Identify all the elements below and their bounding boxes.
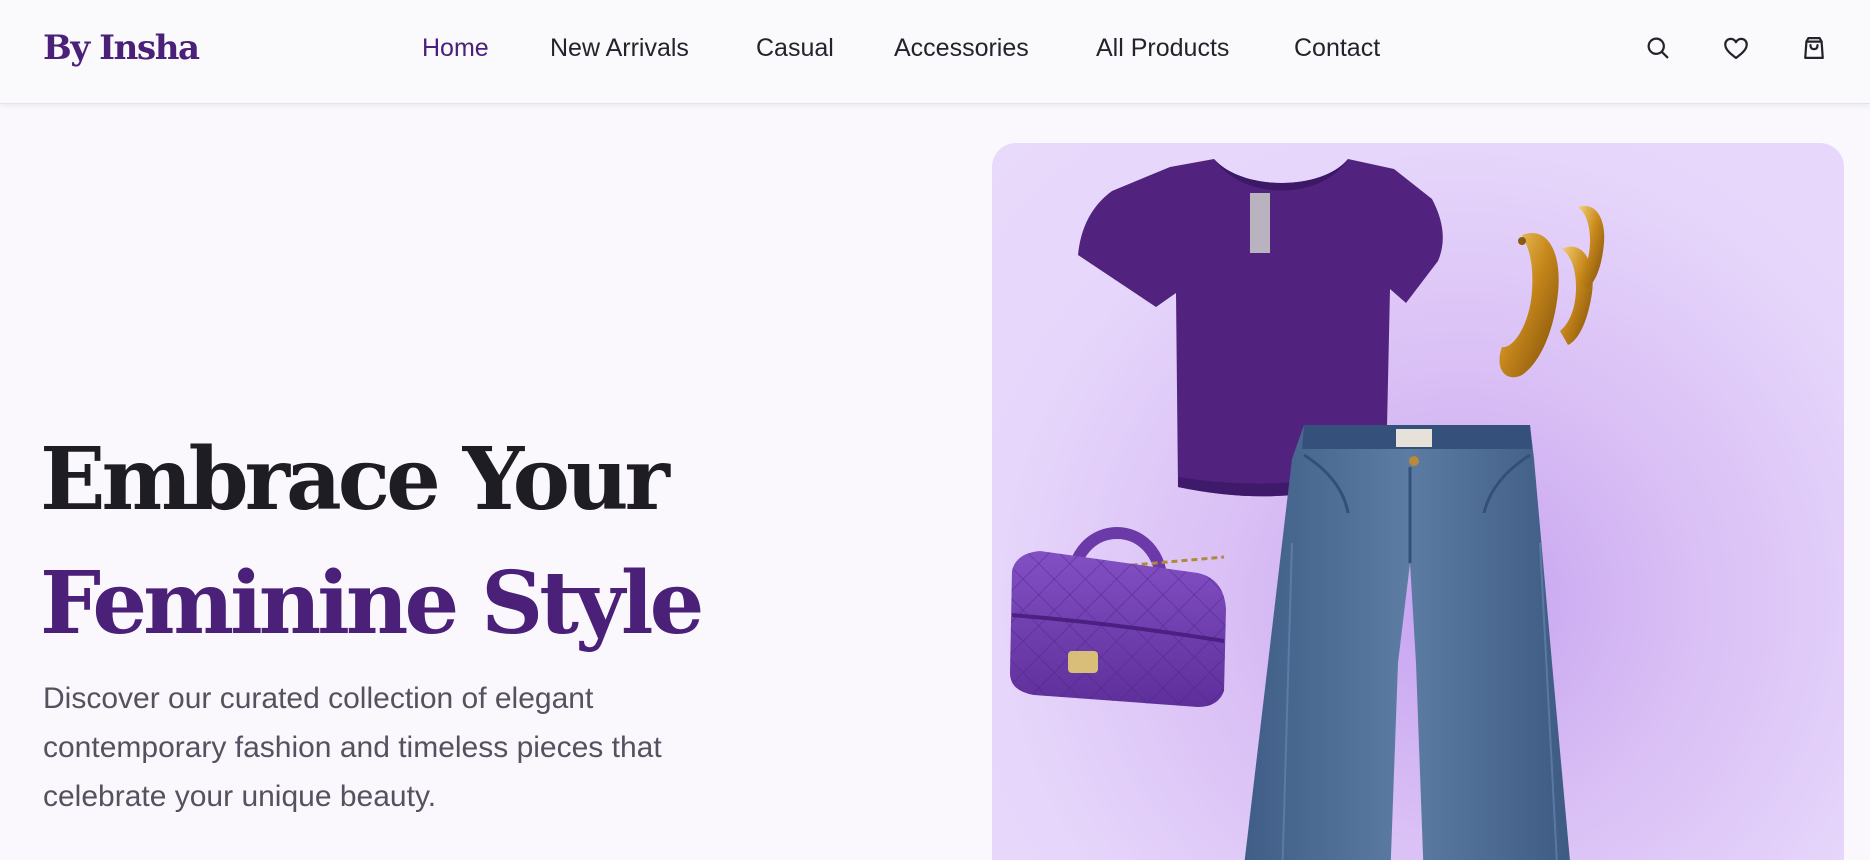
site-header: By Insha Home New Arrivals Casual Access…	[0, 0, 1870, 104]
search-icon[interactable]	[1644, 34, 1672, 62]
earrings-image	[1499, 205, 1605, 378]
hero-title-line2: Feminine Style	[40, 553, 704, 654]
nav-item-accessories[interactable]: Accessories	[894, 34, 1029, 63]
nav-item-contact[interactable]: Contact	[1294, 34, 1380, 63]
hero-description: Discover our curated collection of elega…	[43, 682, 662, 813]
nav-item-new-arrivals[interactable]: New Arrivals	[550, 34, 689, 63]
hero-image	[992, 143, 1844, 860]
nav-item-home[interactable]: Home	[422, 34, 489, 63]
nav-item-all-products[interactable]: All Products	[1096, 34, 1229, 63]
nav-item-casual[interactable]: Casual	[756, 34, 834, 63]
hero-title: Embrace Your Feminine Style	[40, 418, 704, 666]
heart-icon[interactable]	[1722, 34, 1750, 62]
jeans-image	[1244, 425, 1570, 860]
main-nav: Home New Arrivals Casual Accessories All…	[0, 34, 1870, 64]
handbag-image	[1010, 527, 1226, 707]
hero-title-line1: Embrace Your	[40, 429, 670, 530]
shopping-bag-icon[interactable]	[1800, 34, 1828, 62]
